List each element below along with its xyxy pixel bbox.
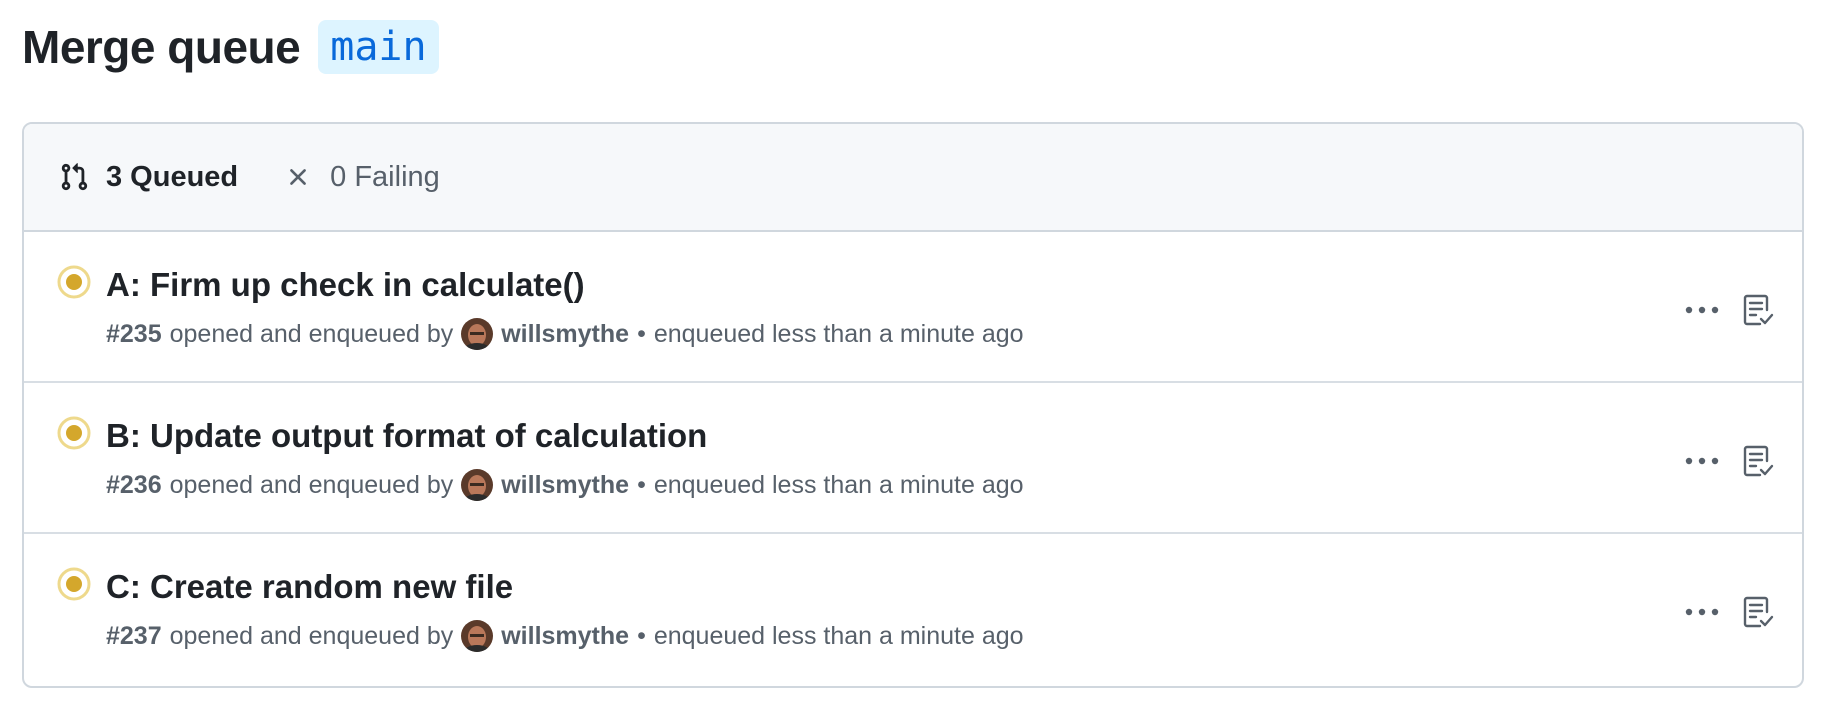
filter-queued-label: 3 Queued xyxy=(106,160,239,193)
enqueued-time: enqueued less than a minute ago xyxy=(653,319,1024,348)
x-icon xyxy=(282,161,314,193)
pending-dot-icon xyxy=(56,415,92,451)
pr-title[interactable]: C: Create random new file xyxy=(106,568,513,606)
meta-separator: • xyxy=(637,621,646,650)
filter-failing-label: 0 Failing xyxy=(330,160,440,193)
checklist-icon[interactable] xyxy=(1740,290,1776,330)
queue-filters: 3 Queued 0 Failing xyxy=(24,124,1802,232)
author-link[interactable]: willsmythe xyxy=(501,622,629,651)
checklist-icon[interactable] xyxy=(1740,592,1776,632)
enqueued-time: enqueued less than a minute ago xyxy=(653,621,1024,650)
queue-entry: A: Firm up check in calculate() #235 ope… xyxy=(24,232,1802,383)
pr-number[interactable]: #237 xyxy=(106,622,162,651)
pending-dot-icon xyxy=(56,566,92,602)
queue-entry: B: Update output format of calculation #… xyxy=(24,383,1802,534)
author-link[interactable]: willsmythe xyxy=(501,320,629,349)
meta-separator: • xyxy=(637,470,646,499)
pr-title[interactable]: A: Firm up check in calculate() xyxy=(106,266,585,304)
entry-actions xyxy=(1682,290,1776,330)
avatar[interactable] xyxy=(461,318,494,350)
merge-queue-page: Merge queue main 3 Queued 0 Failing A: F… xyxy=(22,18,1804,688)
git-pull-request-icon xyxy=(58,161,90,193)
pr-number[interactable]: #235 xyxy=(106,320,162,349)
pr-meta: #235 opened and enqueued by willsmythe •… xyxy=(106,318,1024,350)
enqueued-time: enqueued less than a minute ago xyxy=(653,470,1024,499)
page-header: Merge queue main xyxy=(22,18,1804,76)
queue-entry: C: Create random new file #237 opened an… xyxy=(24,534,1802,685)
avatar[interactable] xyxy=(461,620,494,652)
pr-title[interactable]: B: Update output format of calculation xyxy=(106,417,707,455)
filter-failing[interactable]: 0 Failing xyxy=(282,161,440,194)
pr-opened-text: opened and enqueued by xyxy=(169,621,454,650)
meta-separator: • xyxy=(637,319,646,348)
entry-actions xyxy=(1682,441,1776,481)
pr-meta: #236 opened and enqueued by willsmythe •… xyxy=(106,469,1024,501)
branch-label[interactable]: main xyxy=(318,20,439,74)
checklist-icon[interactable] xyxy=(1740,441,1776,481)
queue-list: 3 Queued 0 Failing A: Firm up check in c… xyxy=(22,122,1804,688)
pr-number[interactable]: #236 xyxy=(106,471,162,500)
filter-queued[interactable]: 3 Queued xyxy=(58,161,238,194)
kebab-horizontal-icon[interactable] xyxy=(1682,597,1722,627)
pr-opened-text: opened and enqueued by xyxy=(169,319,454,348)
avatar[interactable] xyxy=(461,469,494,501)
pr-meta: #237 opened and enqueued by willsmythe •… xyxy=(106,620,1024,652)
kebab-horizontal-icon[interactable] xyxy=(1682,295,1722,325)
kebab-horizontal-icon[interactable] xyxy=(1682,446,1722,476)
pr-opened-text: opened and enqueued by xyxy=(169,470,454,499)
entry-actions xyxy=(1682,592,1776,632)
page-title: Merge queue xyxy=(22,21,301,73)
pending-dot-icon xyxy=(56,264,92,300)
author-link[interactable]: willsmythe xyxy=(501,471,629,500)
